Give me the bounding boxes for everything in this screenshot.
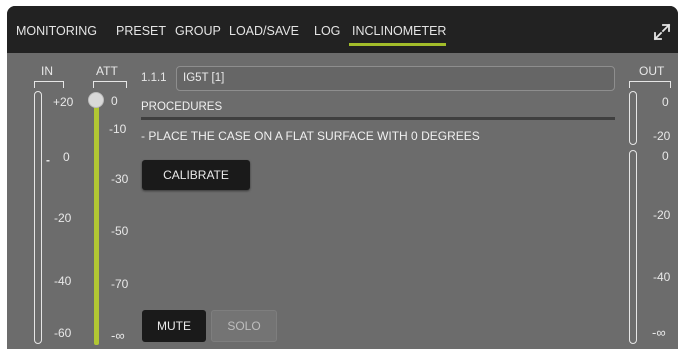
att-scale-label: -70 xyxy=(111,277,129,291)
att-label: ATT xyxy=(96,64,118,78)
procedures-text: - PLACE THE CASE ON A FLAT SURFACE WITH … xyxy=(141,129,480,143)
expand-arrows-icon[interactable] xyxy=(653,23,671,41)
out-scale-label: -20 xyxy=(653,208,671,222)
in-meter-bracket xyxy=(34,81,64,88)
in-scale-label: -20 xyxy=(54,211,72,225)
tab-load-save[interactable]: LOAD/SAVE xyxy=(229,23,299,39)
out-scale-label: 0 xyxy=(662,95,669,109)
out-scale-label: -∞ xyxy=(652,325,666,340)
out-meter-bracket xyxy=(629,81,671,88)
in-level-meter xyxy=(34,91,42,344)
att-scale-label: -30 xyxy=(111,172,129,186)
tab-log[interactable]: LOG xyxy=(314,23,340,39)
mute-button[interactable]: MUTE xyxy=(142,310,206,342)
att-fader-track[interactable] xyxy=(94,103,99,345)
procedures-divider xyxy=(141,117,615,120)
out-level-meter-top xyxy=(629,91,637,145)
app-window: MONITORING PRESET GROUP LOAD/SAVE LOG IN… xyxy=(7,6,678,349)
out-scale-label: 0 xyxy=(662,149,669,163)
active-tab-indicator xyxy=(349,43,446,46)
att-scale-label: -∞ xyxy=(111,328,125,343)
out-meter-label: OUT xyxy=(639,64,665,78)
procedures-title: PROCEDURES xyxy=(141,101,223,113)
tab-group[interactable]: GROUP xyxy=(175,23,221,39)
tab-preset[interactable]: PRESET xyxy=(116,23,166,39)
top-nav-bar: MONITORING PRESET GROUP LOAD/SAVE LOG IN… xyxy=(7,6,678,53)
tab-inclinometer[interactable]: INCLINOMETER xyxy=(352,23,446,39)
in-scale-label: -40 xyxy=(54,274,72,288)
device-name-field[interactable]: IG5T [1] xyxy=(176,66,615,91)
in-zero-tick: - xyxy=(46,153,50,167)
out-level-meter xyxy=(629,150,637,344)
out-scale-label: -40 xyxy=(653,270,671,284)
calibrate-button[interactable]: CALIBRATE xyxy=(142,160,250,190)
solo-button[interactable]: SOLO xyxy=(211,310,277,342)
in-scale-label: +20 xyxy=(53,95,74,109)
in-meter-label: IN xyxy=(41,64,53,78)
page-background: MONITORING PRESET GROUP LOAD/SAVE LOG IN… xyxy=(0,0,679,349)
in-scale-label: 0 xyxy=(63,150,70,164)
att-scale-label: -10 xyxy=(109,122,127,136)
att-scale-label: 0 xyxy=(111,94,118,108)
tab-monitoring[interactable]: MONITORING xyxy=(16,23,97,39)
device-id: 1.1.1 xyxy=(141,72,167,84)
att-fader-handle[interactable] xyxy=(88,92,104,108)
out-scale-label: -20 xyxy=(653,129,671,143)
att-scale-label: -50 xyxy=(111,224,129,238)
in-scale-label: -60 xyxy=(54,326,72,340)
att-bracket xyxy=(93,81,127,88)
